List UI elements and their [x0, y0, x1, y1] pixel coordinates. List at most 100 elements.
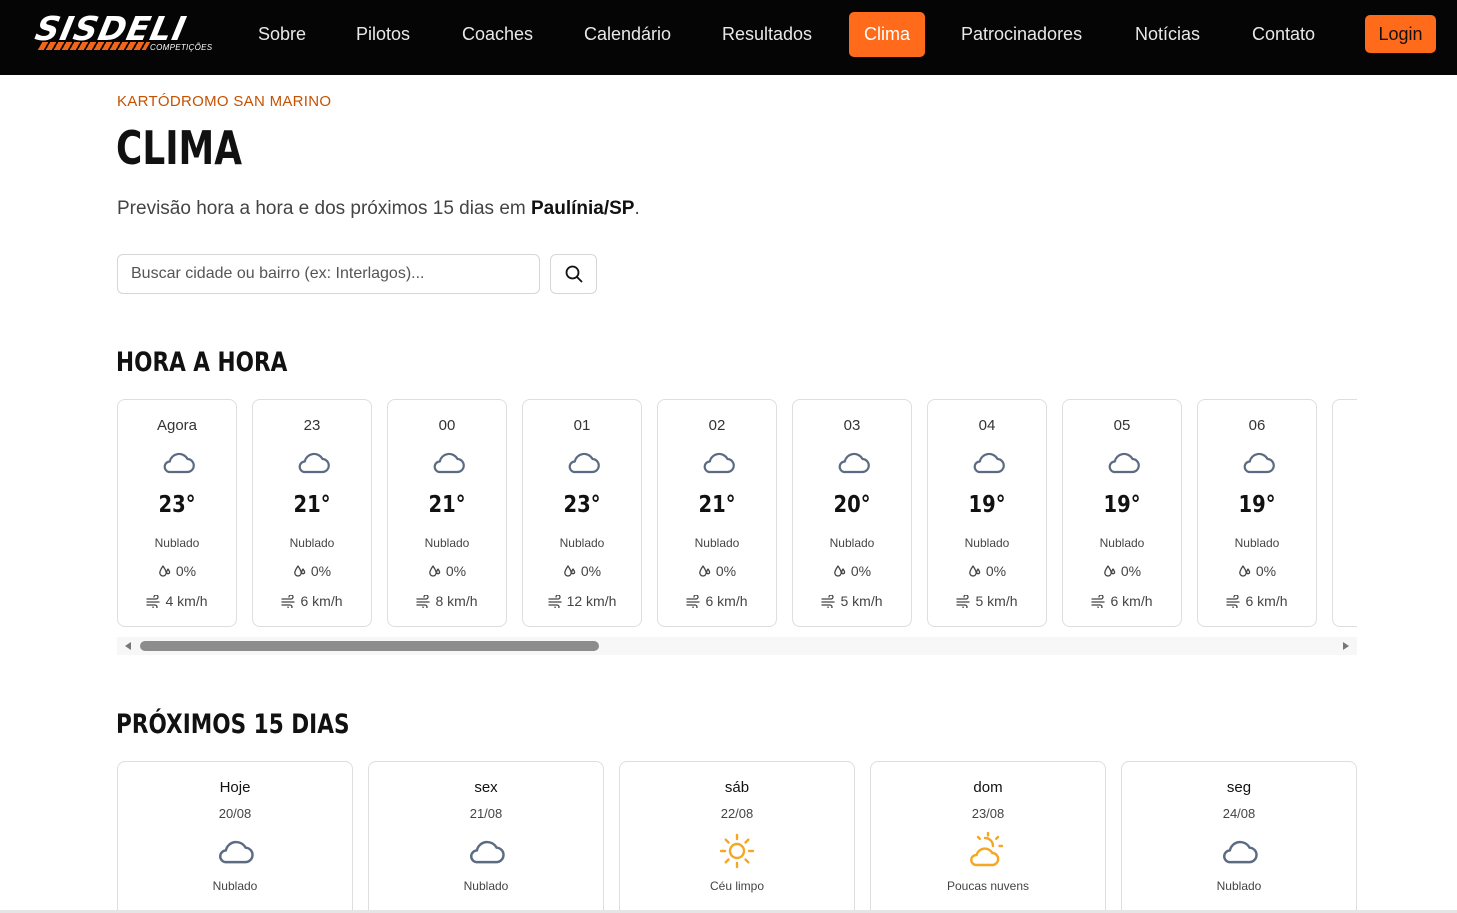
- wind-icon: [1091, 595, 1106, 608]
- rain-value: 0%: [445, 563, 467, 579]
- wind-icon: [281, 595, 296, 608]
- hour-card: 05 19° Nublado 0% 6 km/h: [1062, 399, 1182, 627]
- day-condition: Nublado: [212, 879, 258, 893]
- hour-rain: 0%: [793, 563, 911, 579]
- nav-item-resultados[interactable]: Resultados: [722, 12, 812, 57]
- hour-temp: 19°: [1103, 492, 1141, 518]
- day-condition: Poucas nuvens: [946, 879, 1030, 893]
- hour-wind: 6 km/h: [1063, 593, 1181, 609]
- wind-icon: [416, 595, 431, 608]
- scroll-thumb[interactable]: [140, 641, 599, 651]
- hour-label: 00: [438, 417, 456, 434]
- hour-temp: 23°: [563, 492, 601, 518]
- hour-label: 03: [843, 417, 861, 434]
- hour-label: 02: [708, 417, 726, 434]
- day-condition: Céu limpo: [709, 879, 765, 893]
- rain-drop-icon: [1104, 565, 1116, 577]
- cloud-icon: [160, 447, 196, 477]
- rain-drop-icon: [564, 565, 576, 577]
- cloud-icon: [295, 447, 331, 477]
- top-nav: SISDELI COMPETIÇÕES Sobre Pilotos Coache…: [0, 0, 1457, 75]
- day-date: 22/08: [720, 806, 754, 821]
- hour-wind: 5 km/h: [793, 593, 911, 609]
- hourly-section-title: HORA A HORA: [116, 347, 288, 378]
- hour-condition: Nublado: [964, 536, 1010, 550]
- scroll-right-arrow[interactable]: [1343, 642, 1349, 650]
- page-title: CLIMA: [116, 121, 243, 175]
- hour-wind: 4 km/h: [118, 593, 236, 609]
- sisdeli-logo[interactable]: SISDELI COMPETIÇÕES: [32, 9, 212, 56]
- hour-card: 00 21° Nublado 0% 8 km/h: [387, 399, 507, 627]
- hour-wind: 6 km/h: [1198, 593, 1316, 609]
- hour-label: 04: [978, 417, 996, 434]
- nav-item-patrocinadores[interactable]: Patrocinadores: [961, 12, 1082, 57]
- daily-section-title: PRÓXIMOS 15 DIAS: [116, 709, 350, 740]
- day-card: dom 23/08 Poucas nuvens: [870, 761, 1106, 913]
- scroll-left-arrow[interactable]: [125, 642, 131, 650]
- hour-card: 04 19° Nublado 0% 5 km/h: [927, 399, 1047, 627]
- hourly-scroll-area[interactable]: Agora 23° Nublado 0% 4 km/h 23 21° Nublado 0% 6 k…: [117, 399, 1357, 628]
- hour-condition: Nublado: [694, 536, 740, 550]
- wind-value: 12 km/h: [566, 593, 617, 609]
- wind-value: 6 km/h: [705, 593, 748, 609]
- hour-rain: 0%: [253, 563, 371, 579]
- search-button[interactable]: [550, 254, 597, 294]
- rain-drop-icon: [159, 565, 171, 577]
- hour-rain: 0%: [928, 563, 1046, 579]
- day-date: 24/08: [1222, 806, 1256, 821]
- rain-drop-icon: [834, 565, 846, 577]
- cloud-icon: [700, 447, 736, 477]
- search-icon: [565, 265, 582, 283]
- nav-item-coaches[interactable]: Coaches: [462, 12, 533, 57]
- wind-icon: [1226, 595, 1241, 608]
- wind-value: 4 km/h: [165, 593, 208, 609]
- hour-card: 03 20° Nublado 0% 5 km/h: [792, 399, 912, 627]
- nav-item-pilotos[interactable]: Pilotos: [356, 12, 410, 57]
- day-name: Hoje: [219, 779, 251, 796]
- rain-drop-icon: [699, 565, 711, 577]
- nav-item-calendario[interactable]: Calendário: [584, 12, 671, 57]
- cloud-icon: [835, 447, 871, 477]
- nav-item-contato[interactable]: Contato: [1252, 12, 1315, 57]
- subtitle-suffix: .: [634, 198, 640, 219]
- logo-stripe: [37, 42, 151, 50]
- hourly-scrollbar[interactable]: [117, 637, 1357, 655]
- hour-rain: 0%: [388, 563, 506, 579]
- hour-temp: 20°: [833, 492, 871, 518]
- nav-item-clima[interactable]: Clima: [849, 12, 926, 57]
- wind-value: 5 km/h: [840, 593, 883, 609]
- day-card: Hoje 20/08 Nublado: [117, 761, 353, 913]
- day-card: sex 21/08 Nublado: [368, 761, 604, 913]
- day-date: 21/08: [469, 806, 503, 821]
- cloud-icon: [970, 447, 1006, 477]
- hour-temp: 21°: [428, 492, 466, 518]
- day-name: seg: [1226, 779, 1252, 796]
- wind-value: 6 km/h: [1110, 593, 1153, 609]
- rain-drop-icon: [1239, 565, 1251, 577]
- day-name: sex: [474, 779, 498, 796]
- cloud-icon: [466, 832, 506, 870]
- login-button[interactable]: Login: [1365, 15, 1436, 53]
- hour-condition: Nublado: [154, 536, 200, 550]
- city-search-input[interactable]: [117, 254, 540, 294]
- nav-item-noticias[interactable]: Notícias: [1135, 12, 1200, 57]
- rain-value: 0%: [580, 563, 602, 579]
- day-condition: Nublado: [463, 879, 509, 893]
- hour-rain: 0%: [1063, 563, 1181, 579]
- rain-value: 0%: [1120, 563, 1142, 579]
- hour-temp: 23°: [158, 492, 196, 518]
- wind-value: 5 km/h: [975, 593, 1018, 609]
- day-card: sáb 22/08 Céu limpo: [619, 761, 855, 913]
- day-name: dom: [973, 779, 1003, 796]
- rain-drop-icon: [429, 565, 441, 577]
- nav-item-sobre[interactable]: Sobre: [258, 12, 306, 57]
- partly-cloudy-icon: [968, 831, 1008, 870]
- hour-label: 06: [1248, 417, 1266, 434]
- hour-card: 23 21° Nublado 0% 6 km/h: [252, 399, 372, 627]
- rain-value: 0%: [850, 563, 872, 579]
- hour-condition: Nublado: [1099, 536, 1145, 550]
- day-card: seg 24/08 Nublado: [1121, 761, 1357, 913]
- hour-wind: 8 km/h: [388, 593, 506, 609]
- rain-value: 0%: [175, 563, 197, 579]
- hour-condition: Nublado: [1234, 536, 1280, 550]
